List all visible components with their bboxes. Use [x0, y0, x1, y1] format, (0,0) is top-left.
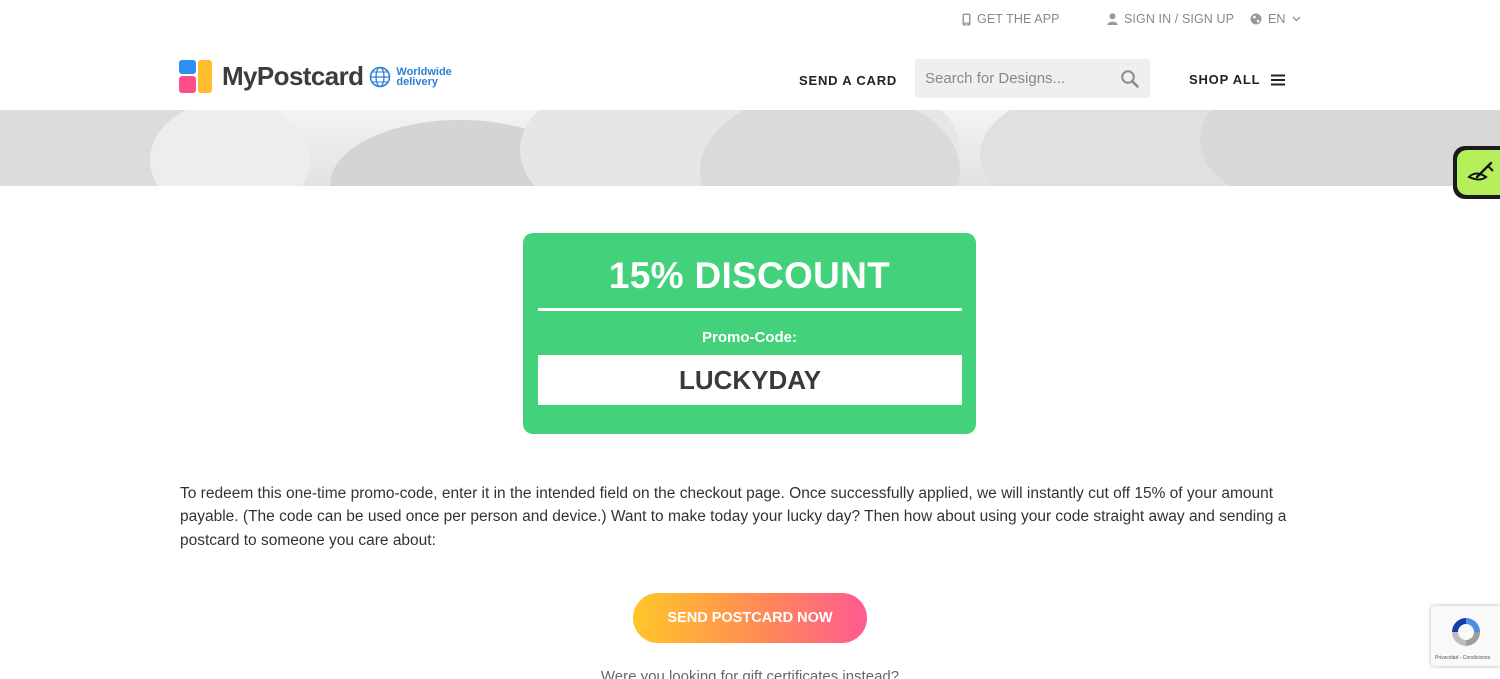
send-postcard-now-button[interactable]: SEND POSTCARD NOW: [633, 593, 867, 643]
logo-text: MyPostcard: [222, 61, 364, 91]
search-input[interactable]: [915, 59, 1115, 98]
hero-banner-image: [0, 110, 1500, 186]
pen-icon: [1467, 161, 1494, 180]
promo-code-label: Promo-Code:: [702, 329, 797, 346]
chevron-down-icon: [1292, 16, 1301, 22]
recaptcha-text: Privacidad - Condiciones: [1435, 655, 1491, 661]
get-app-link[interactable]: GET THE APP: [962, 12, 1060, 26]
recaptcha-icon: [1452, 618, 1480, 646]
user-icon: [1107, 13, 1118, 25]
worldwide-line1: Worldwide: [396, 65, 452, 78]
sign-in-label: SIGN IN / SIGN UP: [1124, 12, 1235, 26]
worldwide-delivery-badge: Worldwide delivery: [369, 65, 452, 88]
search-bar: [915, 59, 1150, 98]
top-utility-bar: GET THE APP SIGN IN / SIGN UP EN: [0, 0, 1500, 40]
main-header: MyPostcard Worldwide delivery SEND A CAR…: [0, 40, 1500, 110]
phone-icon: [962, 13, 971, 25]
send-a-card-link[interactable]: SEND A CARD: [799, 73, 897, 88]
promo-code-value[interactable]: LUCKYDAY: [538, 355, 962, 405]
search-icon[interactable]: [1120, 69, 1140, 89]
recaptcha-badge[interactable]: Privacidad - Condiciones: [1431, 606, 1500, 666]
redeem-description: To redeem this one-time promo-code, ente…: [180, 485, 1287, 549]
language-selector[interactable]: EN: [1250, 12, 1301, 26]
worldwide-line2: delivery: [396, 75, 438, 88]
sign-in-link[interactable]: SIGN IN / SIGN UP: [1107, 12, 1234, 26]
shop-all-label: SHOP ALL: [1189, 72, 1261, 87]
discount-headline: 15% DISCOUNT: [608, 255, 891, 296]
gift-certificates-text[interactable]: Were you looking for gift certificates i…: [0, 668, 1500, 679]
side-feedback-tab[interactable]: [1453, 146, 1500, 199]
shop-all-menu[interactable]: SHOP ALL: [1189, 72, 1286, 87]
language-label: EN: [1268, 12, 1286, 26]
discount-card: 15% DISCOUNT Promo-Code: LUCKYDAY: [523, 233, 976, 434]
globe-truck-icon: [370, 66, 391, 87]
mypostcard-logo[interactable]: MyPostcard Worldwide delivery: [179, 60, 452, 93]
logo-mark-icon: [179, 60, 212, 93]
hamburger-icon: [1271, 74, 1286, 85]
globe-icon: [1250, 13, 1262, 25]
divider: [538, 308, 962, 311]
get-app-label: GET THE APP: [977, 12, 1060, 26]
